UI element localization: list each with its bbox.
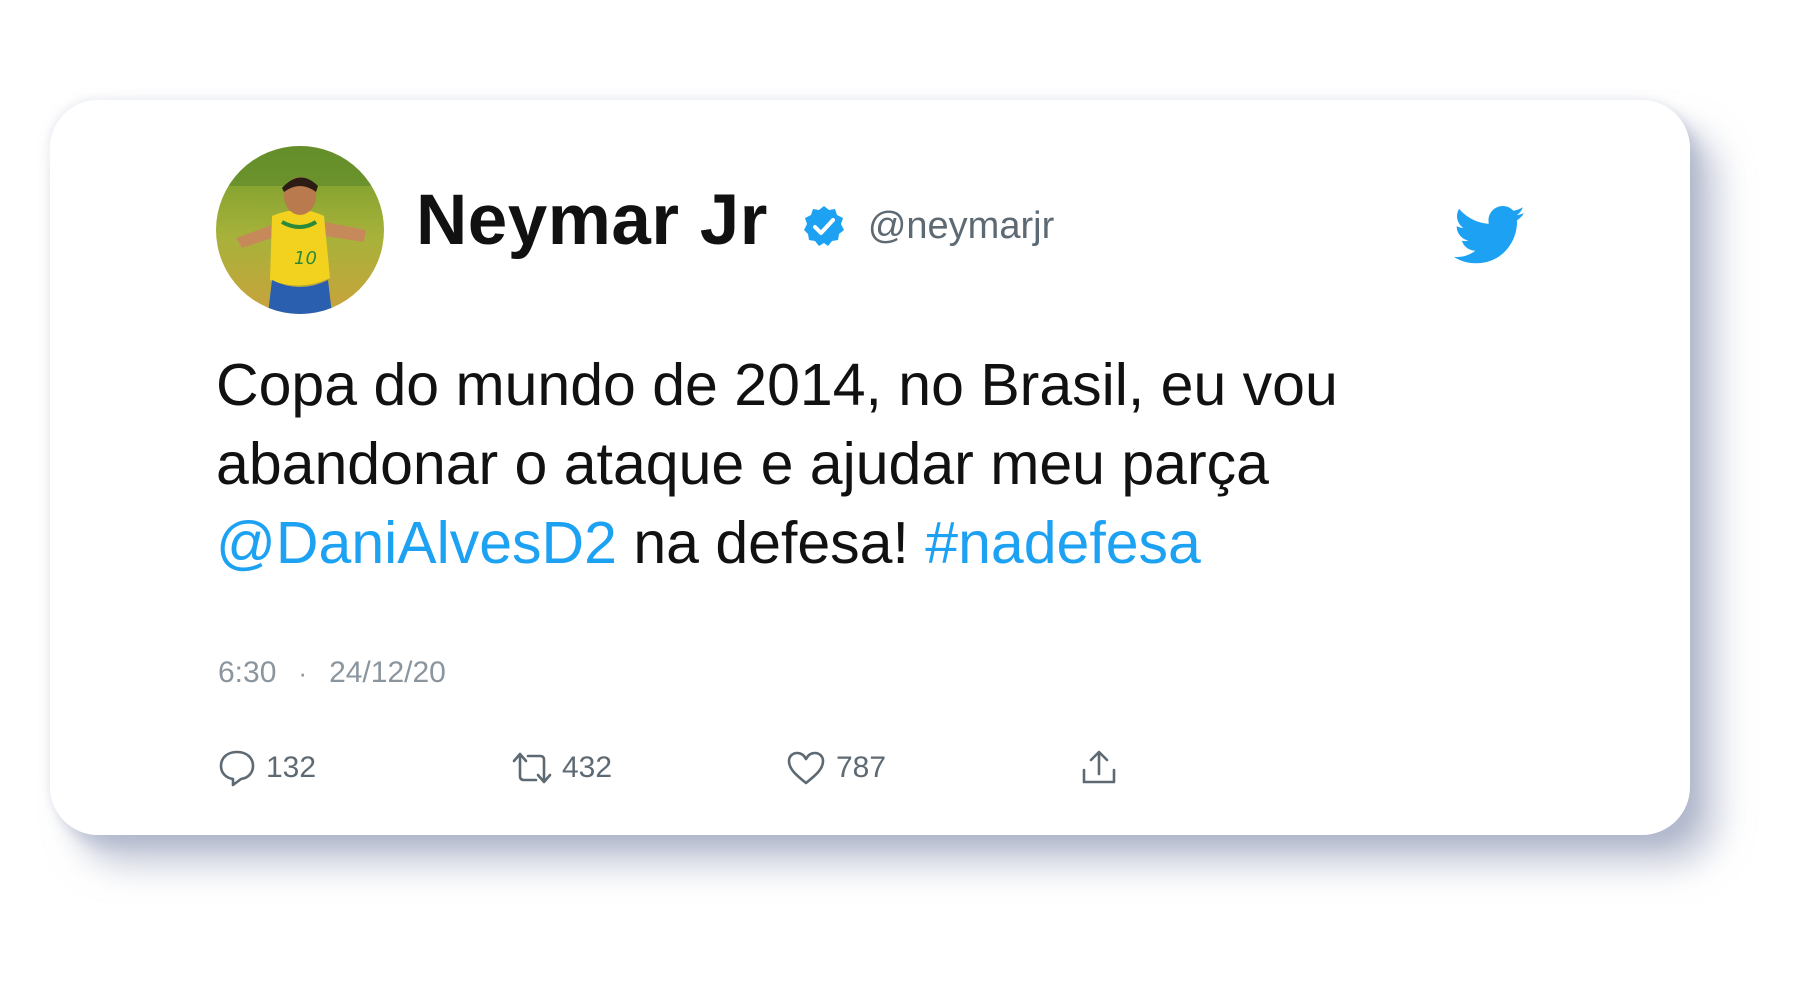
- author-header: Neymar Jr @neymarjr: [416, 180, 1054, 260]
- reply-count: 132: [266, 751, 317, 784]
- mention-link[interactable]: @DaniAlvesD2: [216, 510, 617, 576]
- tweet-timestamp: 6:30 · 24/12/20: [218, 656, 446, 690]
- share-icon: [1080, 748, 1118, 788]
- author-handle[interactable]: @neymarjr: [868, 205, 1054, 248]
- tweet-card: 10 Neymar Jr @neymarjr Copa do mundo de …: [50, 100, 1690, 835]
- page: 10 Neymar Jr @neymarjr Copa do mundo de …: [0, 0, 1800, 1000]
- tweet-text-part: na defesa!: [616, 510, 926, 576]
- twitter-bird-icon[interactable]: [1453, 206, 1526, 266]
- verified-badge-icon: [802, 204, 846, 248]
- author-name[interactable]: Neymar Jr: [416, 180, 768, 261]
- like-button[interactable]: 787: [786, 742, 886, 794]
- heart-icon: [786, 749, 826, 787]
- retweet-button[interactable]: 432: [512, 742, 612, 794]
- avatar[interactable]: 10: [216, 146, 384, 314]
- tweet-text-part: Copa do mundo de 2014, no Brasil, eu vou…: [216, 352, 1338, 497]
- retweet-count: 432: [562, 751, 613, 784]
- share-button[interactable]: [1080, 742, 1118, 794]
- tweet-actions: 132 432 787: [218, 742, 1218, 794]
- reply-button[interactable]: 132: [218, 742, 316, 794]
- meta-separator: ·: [298, 657, 308, 688]
- reply-bubble-icon: [218, 748, 256, 788]
- retweet-icon: [512, 748, 552, 788]
- tweet-date[interactable]: 24/12/20: [329, 656, 446, 690]
- hashtag-link[interactable]: #nadefesa: [925, 510, 1201, 576]
- tweet-time[interactable]: 6:30: [218, 656, 276, 690]
- like-count: 787: [836, 751, 887, 784]
- svg-text:10: 10: [294, 248, 317, 269]
- tweet-text: Copa do mundo de 2014, no Brasil, eu vou…: [216, 346, 1556, 583]
